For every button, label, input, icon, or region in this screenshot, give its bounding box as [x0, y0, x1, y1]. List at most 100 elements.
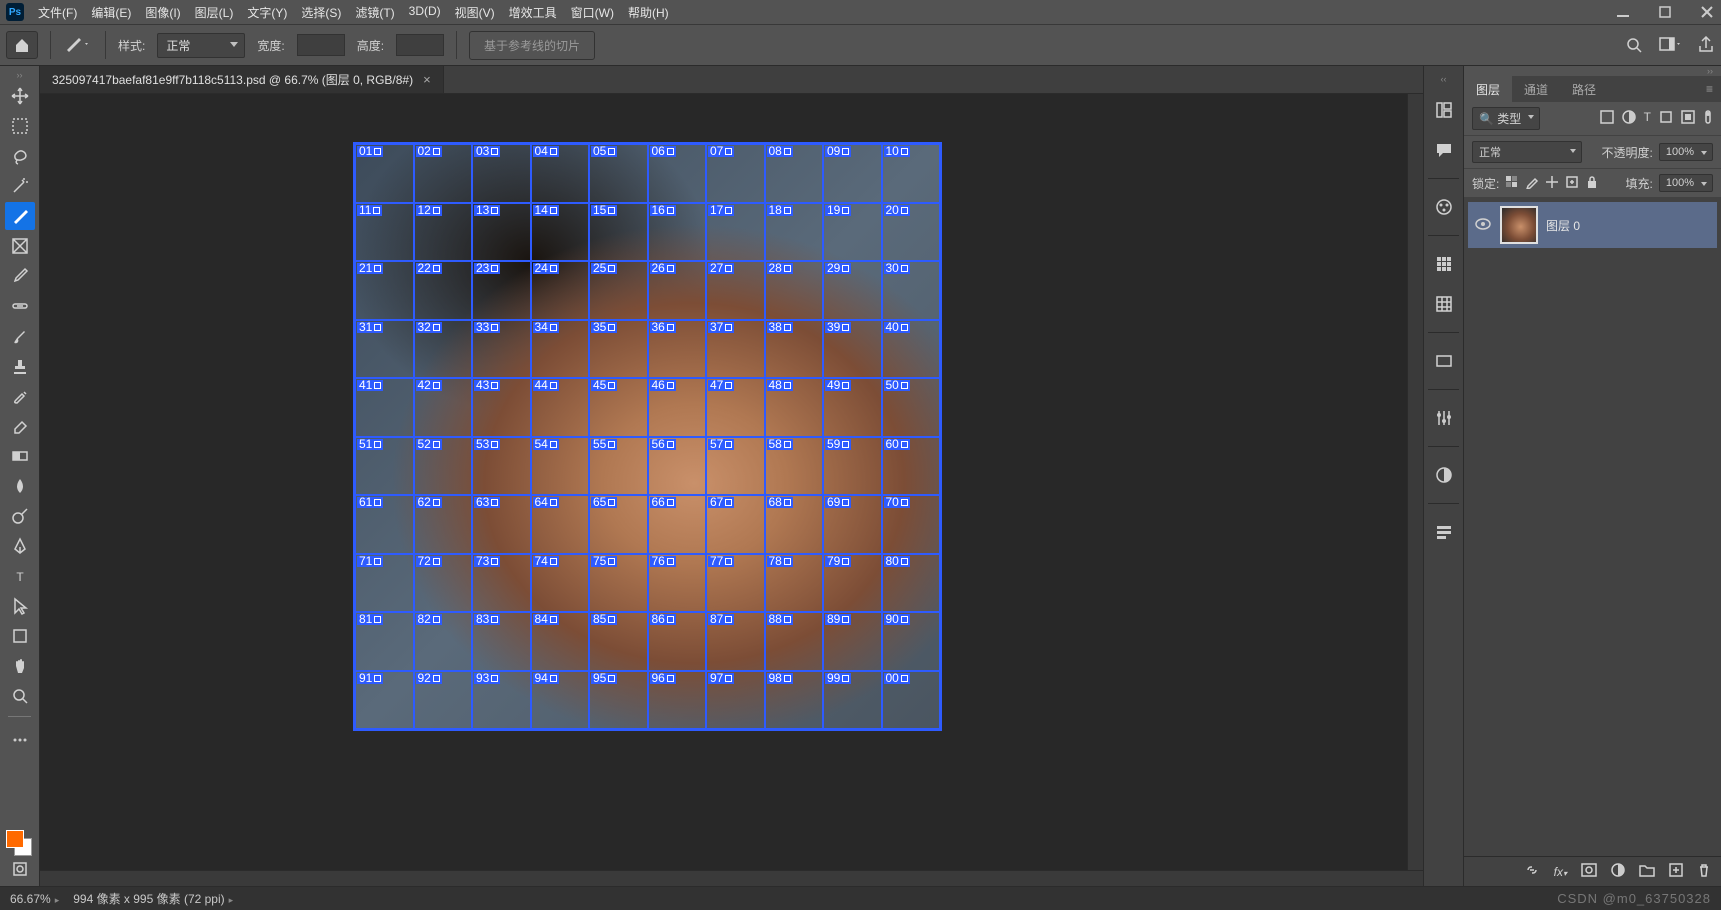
dodge-tool[interactable]: [5, 502, 35, 530]
edit-toolbar[interactable]: [5, 726, 35, 754]
slice-cell[interactable]: 99: [823, 671, 882, 730]
slice-cell[interactable]: 57: [706, 437, 765, 496]
history-brush-tool[interactable]: [5, 382, 35, 410]
slice-cell[interactable]: 74: [531, 554, 590, 613]
slice-cell[interactable]: 77: [706, 554, 765, 613]
style-select[interactable]: 正常: [157, 33, 245, 58]
slice-cell[interactable]: 50: [882, 378, 941, 437]
slice-cell[interactable]: 12: [414, 203, 473, 262]
comments-icon[interactable]: [1430, 136, 1458, 164]
close-tab-icon[interactable]: ×: [423, 72, 431, 87]
document-tab[interactable]: 325097417baefaf81e9ff7b118c5113.psd @ 66…: [40, 66, 444, 93]
quick-mask-toggle[interactable]: [0, 861, 39, 880]
slice-cell[interactable]: 41: [355, 378, 414, 437]
toolbox-collapse[interactable]: ››: [0, 70, 39, 80]
slice-from-guides-button[interactable]: 基于参考线的切片: [469, 31, 595, 60]
menu-item[interactable]: 文件(F): [38, 4, 77, 21]
lock-trans-icon[interactable]: [1505, 175, 1519, 192]
slice-cell[interactable]: 86: [648, 612, 707, 671]
frame-tool[interactable]: [5, 232, 35, 260]
zoom-tool[interactable]: [5, 682, 35, 710]
slice-cell[interactable]: 80: [882, 554, 941, 613]
slice-cell[interactable]: 94: [531, 671, 590, 730]
group-icon[interactable]: [1639, 863, 1655, 880]
blur-tool[interactable]: [5, 472, 35, 500]
slice-cell[interactable]: 83: [472, 612, 531, 671]
slice-cell[interactable]: 63: [472, 495, 531, 554]
slice-cell[interactable]: 68: [765, 495, 824, 554]
patterns-icon[interactable]: [1430, 290, 1458, 318]
magic-wand-tool[interactable]: [5, 172, 35, 200]
link-layers-icon[interactable]: [1524, 863, 1540, 880]
menu-item[interactable]: 3D(D): [409, 4, 441, 21]
slice-cell[interactable]: 19: [823, 203, 882, 262]
gradient-tool[interactable]: [5, 442, 35, 470]
slice-cell[interactable]: 09: [823, 144, 882, 203]
slice-cell[interactable]: 58: [765, 437, 824, 496]
fill-value[interactable]: 100%: [1659, 174, 1713, 192]
hand-tool[interactable]: [5, 652, 35, 680]
slice-cell[interactable]: 23: [472, 261, 531, 320]
slice-cell[interactable]: 38: [765, 320, 824, 379]
slice-cell[interactable]: 08: [765, 144, 824, 203]
channels-tab[interactable]: 通道: [1512, 76, 1560, 102]
adjustments-icon[interactable]: [1430, 404, 1458, 432]
slice-cell[interactable]: 79: [823, 554, 882, 613]
slice-cell[interactable]: 47: [706, 378, 765, 437]
slice-cell[interactable]: 42: [414, 378, 473, 437]
slice-cell[interactable]: 49: [823, 378, 882, 437]
slice-cell[interactable]: 02: [414, 144, 473, 203]
menu-item[interactable]: 文字(Y): [247, 4, 287, 21]
slice-cell[interactable]: 07: [706, 144, 765, 203]
panel-collapse[interactable]: ››: [1464, 66, 1721, 76]
slice-cell[interactable]: 21: [355, 261, 414, 320]
filter-type-icon[interactable]: T: [1644, 110, 1651, 127]
slice-cell[interactable]: 96: [648, 671, 707, 730]
menu-item[interactable]: 图层(L): [195, 4, 234, 21]
eraser-tool[interactable]: [5, 412, 35, 440]
search-icon[interactable]: [1625, 36, 1643, 54]
slice-cell[interactable]: 31: [355, 320, 414, 379]
slice-cell[interactable]: 26: [648, 261, 707, 320]
type-tool[interactable]: T: [5, 562, 35, 590]
stamp-tool[interactable]: [5, 352, 35, 380]
slice-cell[interactable]: 05: [589, 144, 648, 203]
menu-item[interactable]: 编辑(E): [91, 4, 131, 21]
color-swatches[interactable]: [6, 830, 32, 856]
slice-cell[interactable]: 03: [472, 144, 531, 203]
slice-cell[interactable]: 00: [882, 671, 941, 730]
lock-artboard-icon[interactable]: [1565, 175, 1579, 192]
filter-adjust-icon[interactable]: [1622, 110, 1636, 127]
slice-cell[interactable]: 62: [414, 495, 473, 554]
delete-layer-icon[interactable]: [1697, 863, 1711, 880]
panel-menu-icon[interactable]: ≡: [1698, 76, 1721, 102]
slice-cell[interactable]: 24: [531, 261, 590, 320]
home-button[interactable]: [6, 31, 38, 59]
slice-cell[interactable]: 65: [589, 495, 648, 554]
slice-cell[interactable]: 22: [414, 261, 473, 320]
brush-tool[interactable]: [5, 322, 35, 350]
slice-cell[interactable]: 33: [472, 320, 531, 379]
slice-cell[interactable]: 48: [765, 378, 824, 437]
canvas[interactable]: 0102030405060708091011121314151617181920…: [40, 94, 1423, 886]
menu-item[interactable]: 增效工具: [509, 4, 557, 21]
minimize-icon[interactable]: [1615, 4, 1631, 20]
slice-cell[interactable]: 71: [355, 554, 414, 613]
slice-cell[interactable]: 34: [531, 320, 590, 379]
filter-smart-icon[interactable]: [1681, 110, 1695, 127]
doc-info[interactable]: 994 像素 x 995 像素 (72 ppi): [73, 890, 233, 907]
filter-shape-icon[interactable]: [1659, 110, 1673, 127]
marquee-tool[interactable]: [5, 112, 35, 140]
lock-paint-icon[interactable]: [1525, 175, 1539, 192]
slice-cell[interactable]: 61: [355, 495, 414, 554]
slice-cell[interactable]: 53: [472, 437, 531, 496]
slice-cell[interactable]: 37: [706, 320, 765, 379]
visibility-toggle[interactable]: [1474, 218, 1492, 233]
slice-cell[interactable]: 70: [882, 495, 941, 554]
zoom-level[interactable]: 66.67%: [10, 892, 59, 906]
slice-cell[interactable]: 91: [355, 671, 414, 730]
slice-cell[interactable]: 36: [648, 320, 707, 379]
layer-fx-icon[interactable]: fx▾: [1554, 865, 1567, 879]
slice-cell[interactable]: 29: [823, 261, 882, 320]
slice-cell[interactable]: 52: [414, 437, 473, 496]
